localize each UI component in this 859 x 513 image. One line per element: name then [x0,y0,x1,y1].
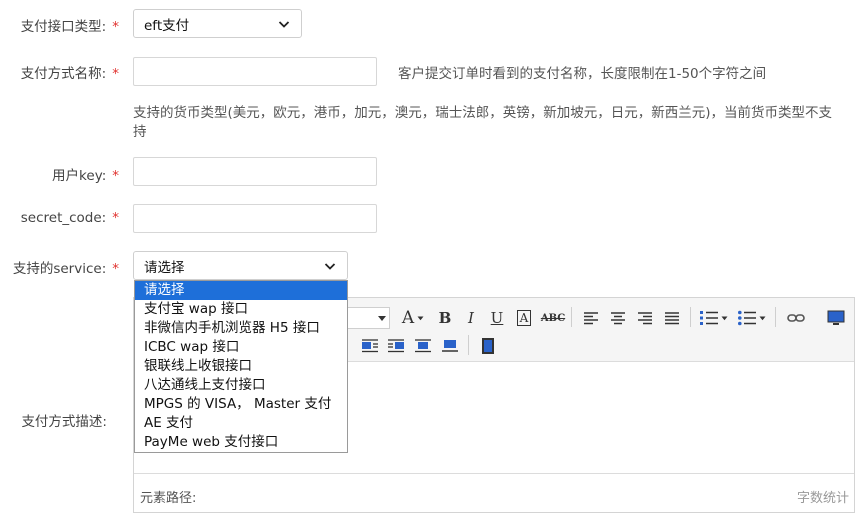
align-justify-icon [665,312,679,325]
method-name-input[interactable] [133,57,377,86]
service-option[interactable]: 支付宝 wap 接口 [135,300,347,319]
image-float-right-button[interactable] [385,335,407,357]
align-center-icon [611,312,625,325]
element-path-label: 元素路径: [140,491,197,506]
secret-code-label: secret_code: * [20,210,119,226]
toolbar-divider [571,307,572,327]
currency-note: 支持的货币类型(美元，欧元，港币，加元，澳元，瑞士法郎，英镑，新加坡元，日元，新… [133,104,848,142]
toolbar-divider [468,335,469,355]
secret-code-input[interactable] [133,204,377,233]
required-mark: * [112,210,119,226]
user-key-input[interactable] [133,157,377,186]
user-key-label: 用户key: * [52,168,119,184]
toolbar-divider [775,307,776,327]
unordered-list-icon [738,310,756,326]
center-image-icon [442,340,458,352]
strikethrough-button[interactable]: ABC [540,307,566,329]
caret-down-icon [417,316,424,321]
currency-note-line2: 持 [133,124,147,140]
align-justify-button[interactable] [661,307,683,329]
toolbar-divider [690,307,691,327]
interface-type-select[interactable]: eft支付 [133,9,302,38]
chevron-down-icon [324,262,336,270]
font-color-button[interactable]: A [398,307,428,329]
caret-down-icon [378,316,386,321]
method-name-hint: 客户提交订单时看到的支付名称，长度限制在1-50个字符之间 [398,66,767,82]
editor-footer: 元素路径: 字数统计 [134,473,854,512]
image-center-button[interactable] [439,335,461,357]
service-label: 支持的service: * [12,261,119,277]
ordered-list-icon [700,311,718,325]
required-mark: * [112,261,119,277]
italic-button[interactable]: I [460,307,482,329]
service-option[interactable]: AE 支付 [135,414,347,433]
image-float-left-button[interactable] [359,335,381,357]
float-right-icon [388,339,404,353]
fullscreen-button[interactable] [824,307,848,329]
service-option[interactable]: 请选择 [135,281,347,300]
link-button[interactable] [784,307,808,329]
insert-video-button[interactable] [477,335,499,357]
service-option[interactable]: ICBC wap 接口 [135,338,347,357]
service-value: 请选择 [144,259,185,276]
service-option[interactable]: 银联线上收银接口 [135,357,347,376]
align-right-icon [638,312,652,325]
bold-button[interactable]: B [434,307,456,329]
font-size-select[interactable] [346,307,390,329]
film-icon [482,338,494,354]
align-right-button[interactable] [634,307,656,329]
align-center-button[interactable] [607,307,629,329]
currency-note-line1: 支持的货币类型(美元，欧元，港币，加元，澳元，瑞士法郎，英镑，新加坡元，日元，新… [133,105,833,121]
ordered-list-button[interactable] [698,307,730,329]
required-mark: * [112,19,119,35]
caret-down-icon [721,316,728,321]
word-count-label: 字数统计 [796,491,849,506]
service-option[interactable]: 非微信内手机浏览器 H5 接口 [135,319,347,338]
align-left-icon [584,312,598,325]
caret-down-icon [759,316,766,321]
description-label: 支付方式描述: [21,414,107,430]
inline-image-icon [415,339,431,353]
monitor-icon [827,310,845,325]
service-option[interactable]: MPGS 的 VISA， Master 支付 [135,395,347,414]
border-text-button[interactable]: A [513,307,535,329]
required-mark: * [112,168,119,184]
interface-type-value: eft支付 [144,17,190,34]
service-option[interactable]: 八达通线上支付接口 [135,376,347,395]
align-left-button[interactable] [580,307,602,329]
float-left-icon [362,339,378,353]
link-icon [787,314,805,322]
chevron-down-icon [278,20,290,28]
interface-type-label: 支付接口类型: * [20,19,119,35]
service-dropdown-list: 请选择 支付宝 wap 接口 非微信内手机浏览器 H5 接口 ICBC wap 接口银… [134,280,348,453]
service-option[interactable]: PayMe web 支付接口 [135,433,347,452]
required-mark: * [112,66,119,82]
service-select[interactable]: 请选择 [133,251,348,280]
underline-button[interactable]: U [486,307,508,329]
method-name-label: 支付方式名称: * [20,66,119,82]
unordered-list-button[interactable] [736,307,768,329]
image-none-button[interactable] [412,335,434,357]
